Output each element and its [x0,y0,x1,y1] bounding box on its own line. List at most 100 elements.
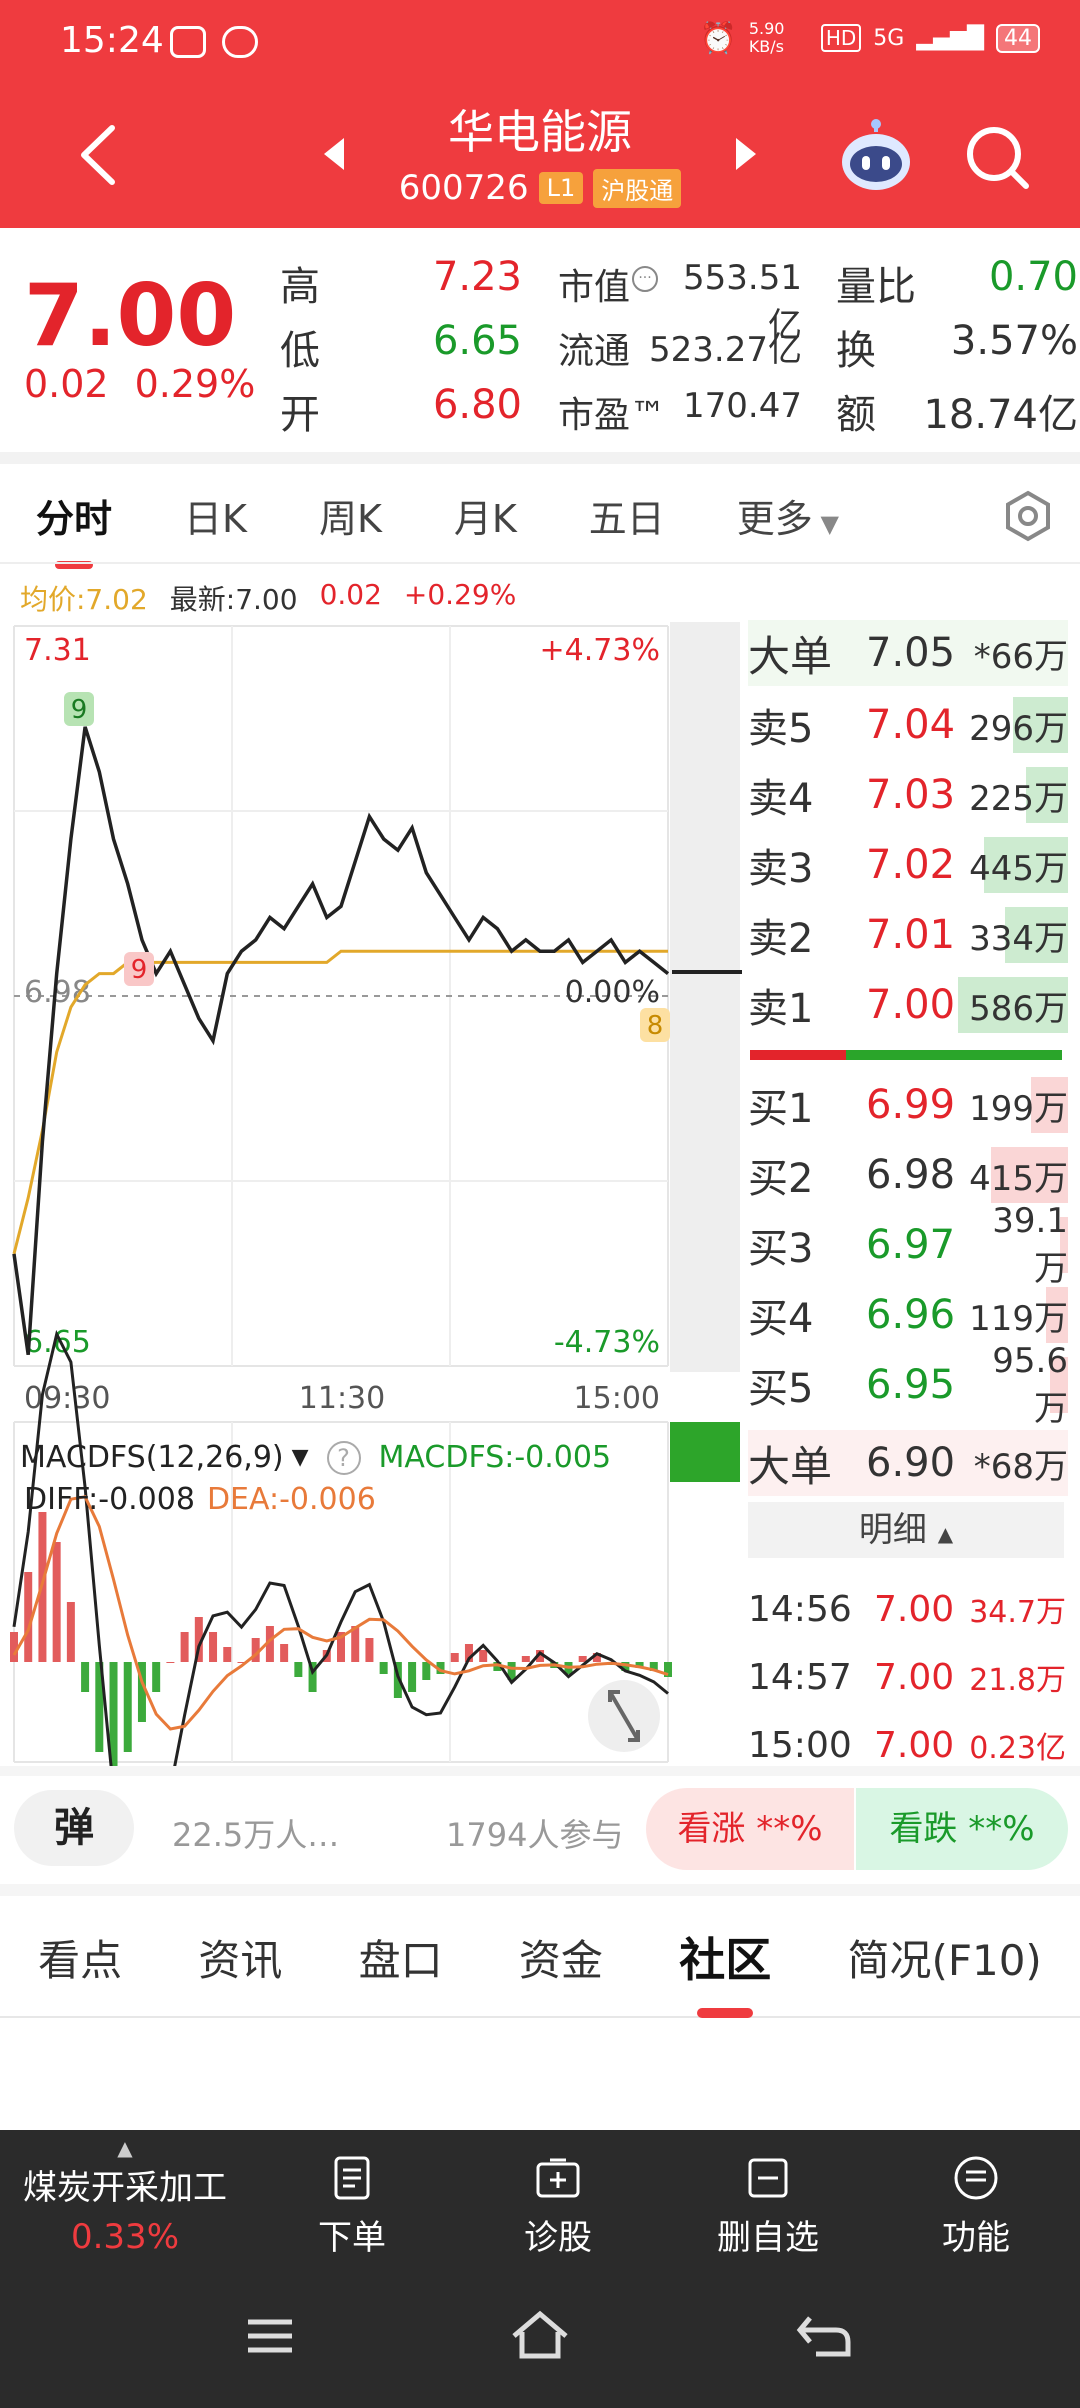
bid-row-2[interactable]: 买2 6.98 415万 [748,1142,1068,1208]
tab-highlights[interactable]: 看点 [38,1927,122,1988]
macd-bar [379,1662,388,1674]
tab-monthly-k[interactable]: 月K [418,488,553,543]
big-order-top-price: 7.05 [866,630,956,676]
tab-five-day[interactable]: 五日 [553,488,701,543]
bid-price: 6.95 [866,1362,956,1408]
x-tick-2: 15:00 [574,1381,660,1416]
tab-daily-k[interactable]: 日K [148,488,283,543]
ask-row-5[interactable]: 卖1 7.00 586万 [748,972,1068,1038]
tab-intraday[interactable]: 分时 [0,488,148,543]
tab-funds[interactable]: 资金 [519,1927,603,1988]
bid-row-4[interactable]: 买4 6.96 119万 [748,1282,1068,1348]
latest-price: 最新:7.00 [169,583,298,616]
big-order-bottom-price: 6.90 [866,1440,956,1486]
ask-label: 卖3 [748,846,814,892]
ask-volume: 296万 [969,708,1068,749]
big-order-bottom-label: 大单 [748,1441,833,1491]
ask-row-2[interactable]: 卖4 7.03 225万 [748,762,1068,828]
macd-help-icon[interactable]: ? [326,1440,361,1475]
macd-bar [422,1662,431,1680]
bid-label: 买2 [748,1156,814,1202]
vote-down-button[interactable]: 看跌 **% [856,1788,1068,1870]
badge-eight: 8 [640,1008,670,1042]
tab-more-label: 更多 [736,496,813,541]
tab-news[interactable]: 资讯 [198,1927,282,1988]
tab-profile[interactable]: 简况(F10) [847,1927,1041,1988]
badge-eight-text: 8 [647,1011,664,1041]
bid-price: 6.97 [866,1222,956,1268]
bid-volume: 199万 [969,1088,1068,1129]
bid-row-1[interactable]: 买1 6.99 199万 [748,1072,1068,1138]
bid-label: 买3 [748,1226,814,1272]
sector-button[interactable]: ▲ 煤炭开采加工 0.33% [0,2136,250,2257]
watchers-count: 22.5万人… [172,1816,340,1854]
trade-row: 14:56 7.00 34.7万 [748,1576,1068,1642]
big-order-bottom-vol: *68万 [973,1446,1068,1487]
caret-up-icon: ▲ [117,2136,133,2160]
bid-row-3[interactable]: 买3 6.97 39.1万 [748,1201,1068,1289]
ask-label: 卖1 [748,986,814,1032]
signal-bars-icon: ▂▄▆█ [916,25,984,51]
macd-dropdown-icon[interactable]: ▼ [292,1445,309,1470]
macd-bar [280,1644,289,1662]
vote-up-button[interactable]: 看涨 **% [646,1788,854,1870]
remove-favorite-button[interactable]: 删自选 [688,2154,848,2259]
tabs-divider [0,562,1080,564]
ask-row-3[interactable]: 卖3 7.02 445万 [748,832,1068,898]
bid-row-5[interactable]: 买5 6.95 95.6万 [748,1341,1068,1429]
pct-mid-label: 0.00% [565,975,660,1010]
social-divider-bottom [0,1884,1080,1896]
bid-volume: 415万 [969,1158,1068,1199]
float-value: 523.27亿 [649,330,802,370]
intraday-chart[interactable]: 7.31 6.98 6.65 +4.73% 0.00% -4.73% 9 9 8… [0,616,746,1766]
mktcap-label: 市值 [558,267,631,308]
after-hours-band [670,622,740,1372]
x-tick-1: 11:30 [299,1381,385,1416]
macd-title[interactable]: MACDFS(12,26,9) [20,1440,284,1475]
menu-circle-icon [954,2156,998,2200]
turnover-label: 换 [836,328,876,374]
amount-label: 额 [836,392,876,438]
open-value: 6.80 [432,382,522,428]
menu-icon[interactable] [244,2314,296,2358]
ask-row-4[interactable]: 卖2 7.01 334万 [748,902,1068,968]
search-button[interactable] [962,122,1032,196]
tab-orderbook[interactable]: 盘口 [359,1927,443,1988]
bottom-toolbar: ▲ 煤炭开采加工 0.33% 下单 诊股 删自选 功能 [0,2130,1080,2270]
macd-bar [10,1632,18,1662]
pe-value: 170.47 [683,386,802,426]
tab-more[interactable]: 更多 ▼ [701,488,875,543]
function-button[interactable]: 功能 [896,2154,1056,2259]
macd-bar [450,1653,459,1662]
danmu-toggle-button[interactable]: 弹 [14,1790,134,1866]
search-icon [967,127,1029,189]
macd-value: MACDFS:-0.005 [378,1440,612,1475]
home-icon[interactable] [508,2308,572,2362]
back-icon[interactable] [796,2310,852,2360]
big-order-top-vol: *66万 [973,636,1068,677]
tab-weekly-k[interactable]: 周K [283,488,418,543]
tab-community[interactable]: 社区 [679,1924,771,1990]
robot-assistant-button[interactable] [838,118,914,198]
trade-detail-toggle[interactable]: 明细 ▲ [748,1502,1064,1558]
avg-price: 均价:7.02 [20,583,148,616]
big-order-bottom[interactable]: 大单 6.90 *68万 [748,1430,1068,1496]
info-dots-icon[interactable]: ··· [632,266,658,292]
macd-bar [521,1656,530,1662]
macd-bar [66,1602,75,1662]
diagnose-label: 诊股 [524,2218,592,2258]
trade-volume: 21.8万 [969,1663,1066,1698]
order-button[interactable]: 下单 [272,2154,432,2259]
ask-label: 卖5 [748,706,814,752]
macd-bar [123,1662,132,1752]
order-label: 下单 [318,2218,386,2258]
bid-volume: 95.6万 [992,1340,1068,1429]
chart-settings-button[interactable] [1002,490,1054,546]
ask-row-1[interactable]: 卖5 7.04 296万 [748,692,1068,758]
high-value: 7.23 [432,254,522,300]
macd-bar [180,1632,189,1662]
big-order-top[interactable]: 大单 7.05 *66万 [748,620,1068,686]
diagnose-button[interactable]: 诊股 [478,2154,638,2259]
trade-time: 15:00 [748,1724,852,1766]
bid-volume: 119万 [969,1298,1068,1339]
